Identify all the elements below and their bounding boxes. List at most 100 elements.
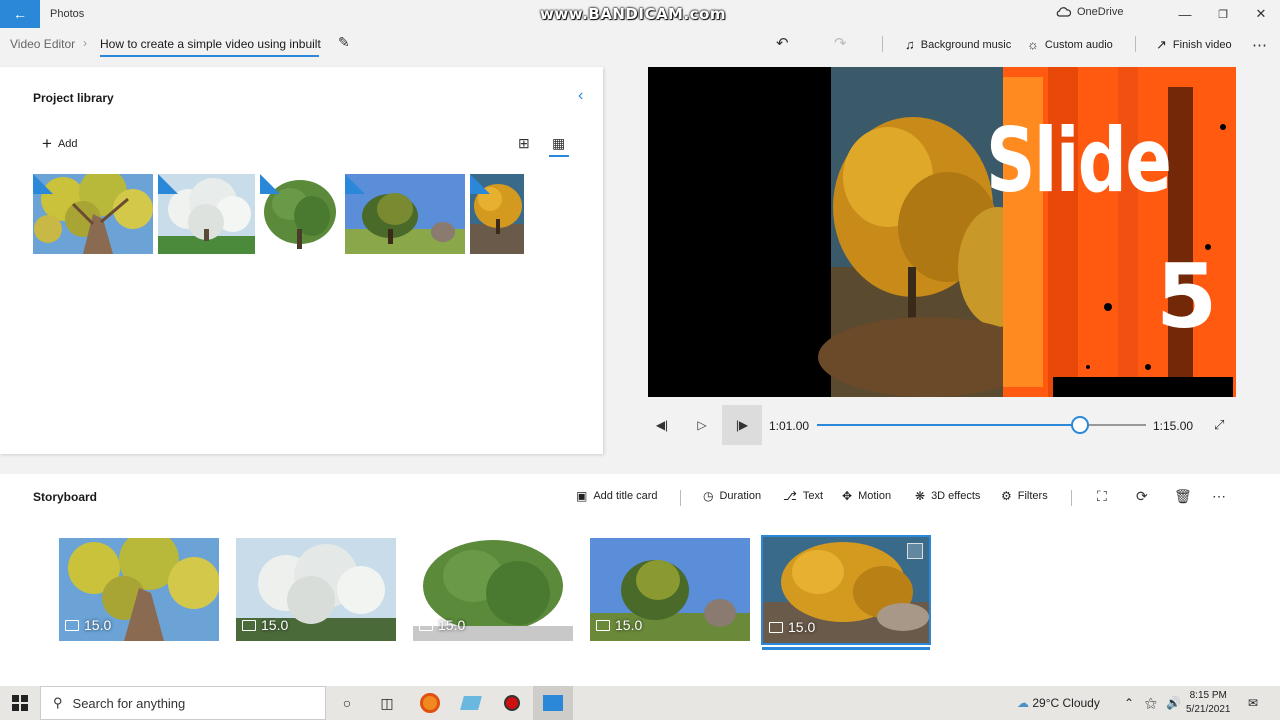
delete-icon[interactable]: 🗑 xyxy=(1174,488,1192,505)
rotate-icon[interactable]: ⟳ xyxy=(1136,488,1148,505)
task-view-icon[interactable]: ◫ xyxy=(367,686,407,720)
seek-progress xyxy=(817,424,1081,426)
text-button[interactable]: ⎇ Text xyxy=(783,489,823,503)
filters-label: Filters xyxy=(1017,490,1048,502)
clip-select-checkbox[interactable] xyxy=(907,543,923,559)
filters-button[interactable]: ⚙ Filters xyxy=(1001,489,1048,503)
motion-icon: ✥ xyxy=(842,489,853,503)
motion-button[interactable]: ✥ Motion xyxy=(842,489,891,503)
image-icon xyxy=(596,619,610,631)
clip-duration-badge: 15.0 xyxy=(65,617,111,633)
divider xyxy=(1071,490,1072,506)
more-options-icon[interactable]: ⋯ xyxy=(1212,488,1226,505)
photos-app-icon[interactable] xyxy=(533,686,573,720)
onedrive-label: OneDrive xyxy=(1077,6,1124,18)
finish-video-button[interactable]: ↗ Finish video xyxy=(1156,37,1232,53)
clip-duration: 15.0 xyxy=(261,617,289,633)
seek-handle[interactable] xyxy=(1071,416,1090,434)
divider xyxy=(882,36,883,52)
redo-icon[interactable]: ↷ xyxy=(834,34,847,52)
clip-duration: 15.0 xyxy=(788,619,816,635)
add-media-button[interactable]: + Add xyxy=(42,135,78,152)
duration-button[interactable]: ◷ Duration xyxy=(703,489,761,503)
duration-label: Duration xyxy=(719,490,762,502)
undo-icon[interactable]: ↶ xyxy=(776,34,789,52)
library-thumbnail[interactable] xyxy=(158,174,255,254)
project-title-underline xyxy=(100,55,319,57)
storyboard-clip[interactable]: 15.0 xyxy=(59,538,219,641)
maximize-button[interactable]: ❐ xyxy=(1206,3,1240,25)
taskbar-clock[interactable]: 8:15 PM 5/21/2021 xyxy=(1186,689,1231,717)
search-icon: ⚲ xyxy=(53,695,63,710)
volume-icon[interactable]: 🔊 xyxy=(1166,696,1181,710)
playback-controls: ◀| ▷ |▶ 1:01.00 1:15.00 ⤢ xyxy=(648,404,1236,446)
search-placeholder: Search for anything xyxy=(72,695,186,711)
storyboard-clip[interactable]: 15.0 xyxy=(236,538,396,641)
play-button[interactable]: ▷ xyxy=(682,405,722,445)
storyboard-clip[interactable]: 15.0 xyxy=(413,538,573,641)
record-logo xyxy=(504,695,520,711)
onedrive-button[interactable]: OneDrive xyxy=(1055,6,1123,18)
clip-duration-badge: 15.0 xyxy=(769,619,815,635)
selection-corner xyxy=(470,174,490,194)
previous-frame-button[interactable]: ◀| xyxy=(642,405,682,445)
network-icon[interactable]: ⚝ xyxy=(1145,696,1157,711)
browser-app-icon[interactable] xyxy=(410,686,450,720)
background-music-button[interactable]: ♫ Background music xyxy=(905,37,1011,52)
filters-icon: ⚙ xyxy=(1001,489,1012,503)
title-card-icon: ▣ xyxy=(576,489,588,503)
breadcrumb-video-editor[interactable]: Video Editor xyxy=(10,37,75,51)
notifications-icon[interactable]: ✉ xyxy=(1248,696,1258,710)
small-grid-view-icon[interactable]: ▦ xyxy=(552,135,565,152)
background-music-label: Background music xyxy=(920,38,1012,51)
large-grid-view-icon[interactable]: ⊞ xyxy=(518,135,530,152)
windows-logo-icon xyxy=(12,695,28,711)
custom-audio-button[interactable]: ☼ Custom audio xyxy=(1027,37,1113,52)
selection-corner xyxy=(158,174,178,194)
weather-text: 29°C Cloudy xyxy=(1032,696,1100,710)
add-title-card-button[interactable]: ▣ Add title card xyxy=(576,489,658,503)
clock-date: 5/21/2021 xyxy=(1186,704,1231,715)
close-button[interactable]: ✕ xyxy=(1244,3,1278,25)
rename-pencil-icon[interactable]: ✎ xyxy=(338,34,350,51)
video-preview[interactable]: Slide 5 xyxy=(648,67,1236,397)
library-thumbnail[interactable] xyxy=(470,174,524,254)
tray-chevron-icon[interactable]: ⌃ xyxy=(1124,696,1134,710)
step-back-icon: ◀| xyxy=(655,418,669,432)
edit-app-icon[interactable] xyxy=(451,686,491,720)
3d-effects-button[interactable]: ❋ 3D effects xyxy=(915,489,980,503)
recording-watermark: www.BANDICAM.com xyxy=(540,5,727,23)
start-button[interactable] xyxy=(0,686,40,720)
image-icon xyxy=(769,621,783,633)
fullscreen-icon[interactable]: ⤢ xyxy=(1214,417,1224,433)
storyboard-clip-selected[interactable]: 15.0 xyxy=(761,535,931,645)
storyboard-clip[interactable]: 15.0 xyxy=(590,538,750,641)
minimize-button[interactable]: — xyxy=(1168,3,1202,25)
export-icon: ↗ xyxy=(1156,37,1167,52)
back-button[interactable]: ← xyxy=(0,0,40,28)
crop-icon[interactable]: ⛶ xyxy=(1097,488,1107,505)
custom-audio-label: Custom audio xyxy=(1044,38,1113,51)
project-title[interactable]: How to create a simple video using inbui… xyxy=(100,37,321,51)
library-thumbnail[interactable] xyxy=(345,174,465,254)
library-thumbnail[interactable] xyxy=(33,174,153,254)
next-frame-button[interactable]: |▶ xyxy=(722,405,762,445)
cloud-icon: ☁ xyxy=(1017,696,1029,710)
recorder-app-icon[interactable] xyxy=(492,686,532,720)
more-options-icon[interactable]: ⋯ xyxy=(1252,36,1267,54)
plus-icon: + xyxy=(42,134,52,153)
clip-duration-badge: 15.0 xyxy=(596,617,642,633)
seek-bar[interactable] xyxy=(817,416,1146,434)
custom-audio-icon: ☼ xyxy=(1027,37,1039,52)
collapse-chevron-icon[interactable]: ‹ xyxy=(578,87,583,105)
command-bar: Video Editor › How to create a simple vi… xyxy=(0,28,1280,60)
edit-app-logo xyxy=(460,696,482,710)
motion-label: Motion xyxy=(858,490,892,502)
clock-time: 8:15 PM xyxy=(1189,690,1227,701)
taskbar-search[interactable]: ⚲ Search for anything xyxy=(40,686,326,720)
library-thumbnail[interactable] xyxy=(260,174,340,254)
play-icon: ▷ xyxy=(697,418,707,432)
weather-widget[interactable]: ☁ 29°C Cloudy xyxy=(1017,696,1100,710)
cortana-icon[interactable]: ○ xyxy=(327,686,367,720)
total-time: 1:15.00 xyxy=(1153,419,1194,433)
